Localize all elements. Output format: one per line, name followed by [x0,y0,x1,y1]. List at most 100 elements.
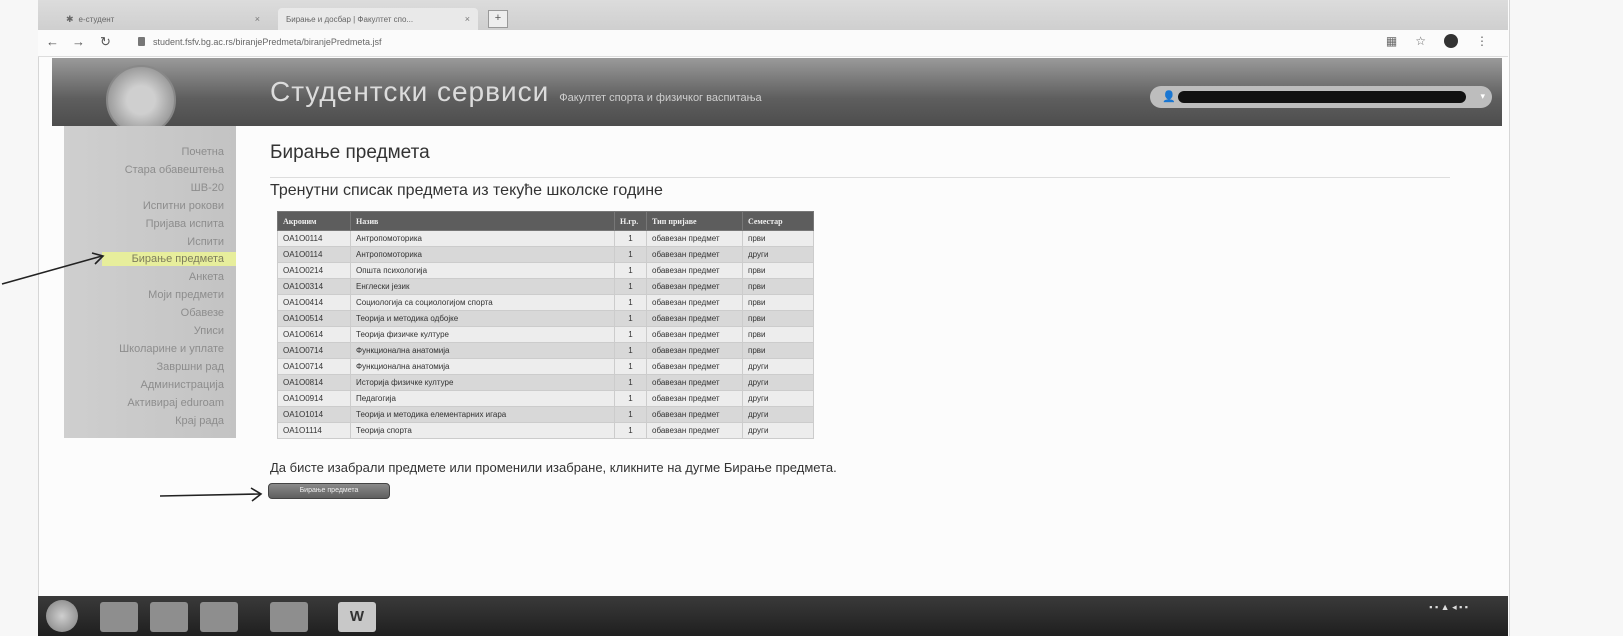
cell-name: Теорија и методика одбојке [350,310,615,327]
reload-icon[interactable]: ↻ [100,34,111,50]
tab-title: Бирање и досбар | Факултет спо... [286,14,414,24]
instruction-text: Да бисте изабрали предмете или променили… [270,460,837,475]
cell-name: Функционална анатомија [350,358,615,375]
sidebar-item-shv20[interactable]: ШВ-20 [191,182,224,194]
annotation-arrow-button-icon [159,487,263,502]
cell-acronym: OA1O0514 [277,310,351,327]
caret-down-icon[interactable]: ▾ [1480,91,1485,102]
cell-group: 1 [614,374,647,391]
profile-avatar-icon[interactable] [1444,34,1458,48]
cell-semester: други [742,358,814,375]
os-taskbar: W ▪ ▪ ▲ ◂ ▪ ▪ [38,596,1508,636]
menu-dots-icon[interactable]: ⋮ [1476,34,1488,48]
header-semester: Семестар [742,211,814,231]
ie-taskbar-icon[interactable] [100,602,138,632]
cell-acronym: OA1O0314 [277,278,351,295]
word-taskbar-icon[interactable]: W [338,602,376,632]
system-tray: ▪ ▪ ▲ ◂ ▪ ▪ [1429,602,1468,612]
table-row: OA1O1014 Теорија и методика елементарних… [277,406,814,423]
cell-semester: други [742,422,814,439]
acrobat-taskbar-icon[interactable] [200,602,238,632]
back-arrow-icon[interactable]: ← [46,34,59,49]
cell-group: 1 [614,358,647,375]
sidebar-item-course-selection[interactable]: Бирање предмета [101,252,236,266]
sidebar-item-old-notices[interactable]: Стара обавештења [125,164,224,176]
new-tab-button[interactable]: + [488,10,508,28]
cell-acronym: OA1O0614 [277,326,351,343]
cell-group: 1 [614,310,647,327]
windows-start-icon[interactable] [46,600,78,632]
cell-acronym: OA1O0114 [277,246,351,263]
tab-favicon-icon: ✱ [66,13,74,24]
cell-group: 1 [614,246,647,263]
sidebar-item-tuition[interactable]: Школарине и уплате [119,343,224,355]
sidebar-item-my-courses[interactable]: Моји предмети [148,289,224,301]
cell-group: 1 [614,390,647,407]
browser-toolbar-right: ▦ ☆ ⋮ [1386,34,1488,48]
close-tab-icon[interactable]: × [465,14,470,24]
table-row: OA1O0614 Теорија физичке културе 1 обаве… [277,326,814,343]
url-field[interactable]: student.fsfv.bg.ac.rs/biranjePredmeta/bi… [153,37,381,47]
browser-tab-bar: ✱ e-студент × Бирање и досбар | Факултет… [38,0,1508,30]
sidebar-item-exams[interactable]: Испити [187,236,224,248]
cell-type: обавезан предмет [646,422,743,439]
cell-group: 1 [614,262,647,279]
forward-arrow-icon[interactable]: → [72,34,85,49]
sidebar-item-home[interactable]: Почетна [182,146,225,158]
explorer-taskbar-icon[interactable] [150,602,188,632]
sidebar-item-enrollments[interactable]: Уписи [194,325,224,337]
sidebar-item-eduroam[interactable]: Активирај eduroam [127,397,224,409]
cell-semester: други [742,390,814,407]
close-tab-icon[interactable]: × [255,14,260,24]
header-type: Тип пријаве [646,211,743,231]
sidebar-item-survey[interactable]: Анкета [189,271,224,283]
cell-acronym: OA1O0714 [277,358,351,375]
sidebar-item-exam-periods[interactable]: Испитни рокови [143,200,224,212]
table-row: OA1O0114 Антропомоторика 1 обавезан пред… [277,246,814,263]
cell-semester: први [742,278,814,295]
sidebar-item-logout[interactable]: Крај рада [175,415,224,427]
cell-acronym: OA1O0414 [277,294,351,311]
cell-name: Функционална анатомија [350,342,615,359]
cell-name: Социологија са социологијом спорта [350,294,615,311]
cell-name: Теорија физичке културе [350,326,615,343]
cell-group: 1 [614,294,647,311]
table-row: OA1O0214 Општа психологија 1 обавезан пр… [277,262,814,279]
table-row: OA1O0514 Теорија и методика одбојке 1 об… [277,310,814,327]
annotation-arrow-sidebar-icon [1,252,105,285]
table-row: OA1O1114 Теорија спорта 1 обавезан предм… [277,422,814,439]
chrome-taskbar-icon[interactable] [270,602,308,632]
cell-type: обавезан предмет [646,278,743,295]
university-seal-icon [106,64,176,135]
cell-type: обавезан предмет [646,230,743,247]
sidebar-item-final-thesis[interactable]: Завршни рад [157,361,224,373]
sidebar-item-administration[interactable]: Администрација [141,379,224,391]
cell-name: Теорија спорта [350,422,615,439]
user-icon: 👤 [1162,91,1176,103]
cell-semester: први [742,342,814,359]
site-title: Студентски сервиси Факултет спорта и физи… [270,76,762,108]
cell-name: Општа психологија [350,262,615,279]
browser-tab-active[interactable]: Бирање и досбар | Факултет спо... × [278,8,478,30]
user-menu[interactable]: 👤 ▾ [1150,86,1492,108]
cell-semester: први [742,230,814,247]
sidebar-item-exam-registration[interactable]: Пријава испита [146,218,224,230]
cell-type: обавезан предмет [646,390,743,407]
cell-acronym: OA1O1114 [277,422,351,439]
sidebar-item-obligations[interactable]: Обавезе [181,307,224,319]
header-acronym: Акроним [277,211,351,231]
cell-acronym: OA1O0714 [277,342,351,359]
course-selection-button[interactable]: Бирање предмета [268,483,390,499]
translate-icon[interactable]: ▦ [1386,34,1397,48]
table-row: OA1O0314 Енглески језик 1 обавезан предм… [277,278,814,295]
bookmark-star-icon[interactable]: ☆ [1415,34,1426,48]
cell-group: 1 [614,422,647,439]
browser-tab-estudent[interactable]: ✱ e-студент × [58,8,268,30]
cell-group: 1 [614,278,647,295]
cell-name: Педагогија [350,390,615,407]
cell-name: Антропомоторика [350,230,615,247]
table-row: OA1O0714 Функционална анатомија 1 обавез… [277,358,814,375]
cell-acronym: OA1O0914 [277,390,351,407]
cell-name: Енглески језик [350,278,615,295]
title-divider [270,177,1450,178]
